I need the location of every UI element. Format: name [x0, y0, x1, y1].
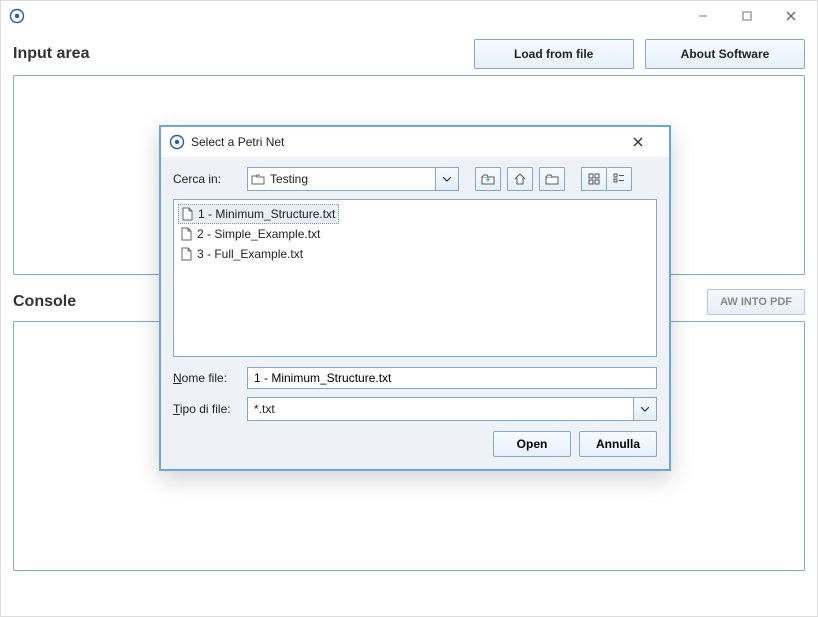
file-name-label: Nome file: — [173, 371, 241, 385]
file-name-input[interactable] — [247, 367, 657, 389]
close-button[interactable] — [769, 2, 813, 30]
about-software-button[interactable]: About Software — [645, 39, 805, 69]
input-area-title: Input area — [13, 45, 89, 63]
dialog-title: Select a Petri Net — [191, 135, 284, 149]
look-in-value: Testing — [268, 172, 435, 186]
file-icon — [182, 207, 194, 221]
file-list[interactable]: 1 - Minimum_Structure.txt2 - Simple_Exam… — [173, 199, 657, 357]
file-item[interactable]: 1 - Minimum_Structure.txt — [178, 204, 339, 224]
maximize-button[interactable] — [725, 2, 769, 30]
file-item[interactable]: 2 - Simple_Example.txt — [178, 224, 323, 244]
draw-into-pdf-button[interactable]: AW INTO PDF — [707, 289, 805, 315]
chevron-down-icon[interactable] — [633, 398, 656, 420]
dialog-close-button[interactable] — [633, 137, 661, 147]
minimize-button[interactable] — [681, 2, 725, 30]
file-item[interactable]: 3 - Full_Example.txt — [178, 244, 306, 264]
app-icon — [169, 134, 185, 150]
file-type-value: *.txt — [248, 402, 633, 416]
chevron-down-icon[interactable] — [435, 168, 458, 190]
look-in-label: Cerca in: — [173, 172, 241, 186]
open-button[interactable]: Open — [493, 431, 571, 457]
list-icon — [613, 173, 625, 185]
home-icon — [514, 173, 526, 185]
file-type-combo[interactable]: *.txt — [247, 397, 657, 421]
list-view-button[interactable] — [581, 167, 607, 191]
grid-icon — [588, 173, 600, 185]
dialog-titlebar: Select a Petri Net — [161, 127, 669, 157]
file-chooser-dialog: Select a Petri Net Cerca in: Testing — [159, 125, 671, 471]
file-type-label: Tipo di file: — [173, 402, 241, 416]
app-icon — [9, 8, 25, 24]
folder-open-icon — [248, 173, 268, 185]
up-one-level-button[interactable] — [475, 167, 501, 191]
main-titlebar — [1, 1, 817, 31]
new-folder-icon — [545, 173, 559, 185]
cancel-button[interactable]: Annulla — [579, 431, 657, 457]
home-button[interactable] — [507, 167, 533, 191]
folder-up-icon — [481, 173, 495, 185]
console-title: Console — [13, 293, 76, 311]
new-folder-button[interactable] — [539, 167, 565, 191]
details-view-button[interactable] — [607, 167, 632, 191]
load-from-file-button[interactable]: Load from file — [474, 39, 634, 69]
look-in-combo[interactable]: Testing — [247, 167, 459, 191]
file-icon — [181, 247, 193, 261]
file-icon — [181, 227, 193, 241]
main-window: Input area Load from file About Software… — [0, 0, 818, 617]
